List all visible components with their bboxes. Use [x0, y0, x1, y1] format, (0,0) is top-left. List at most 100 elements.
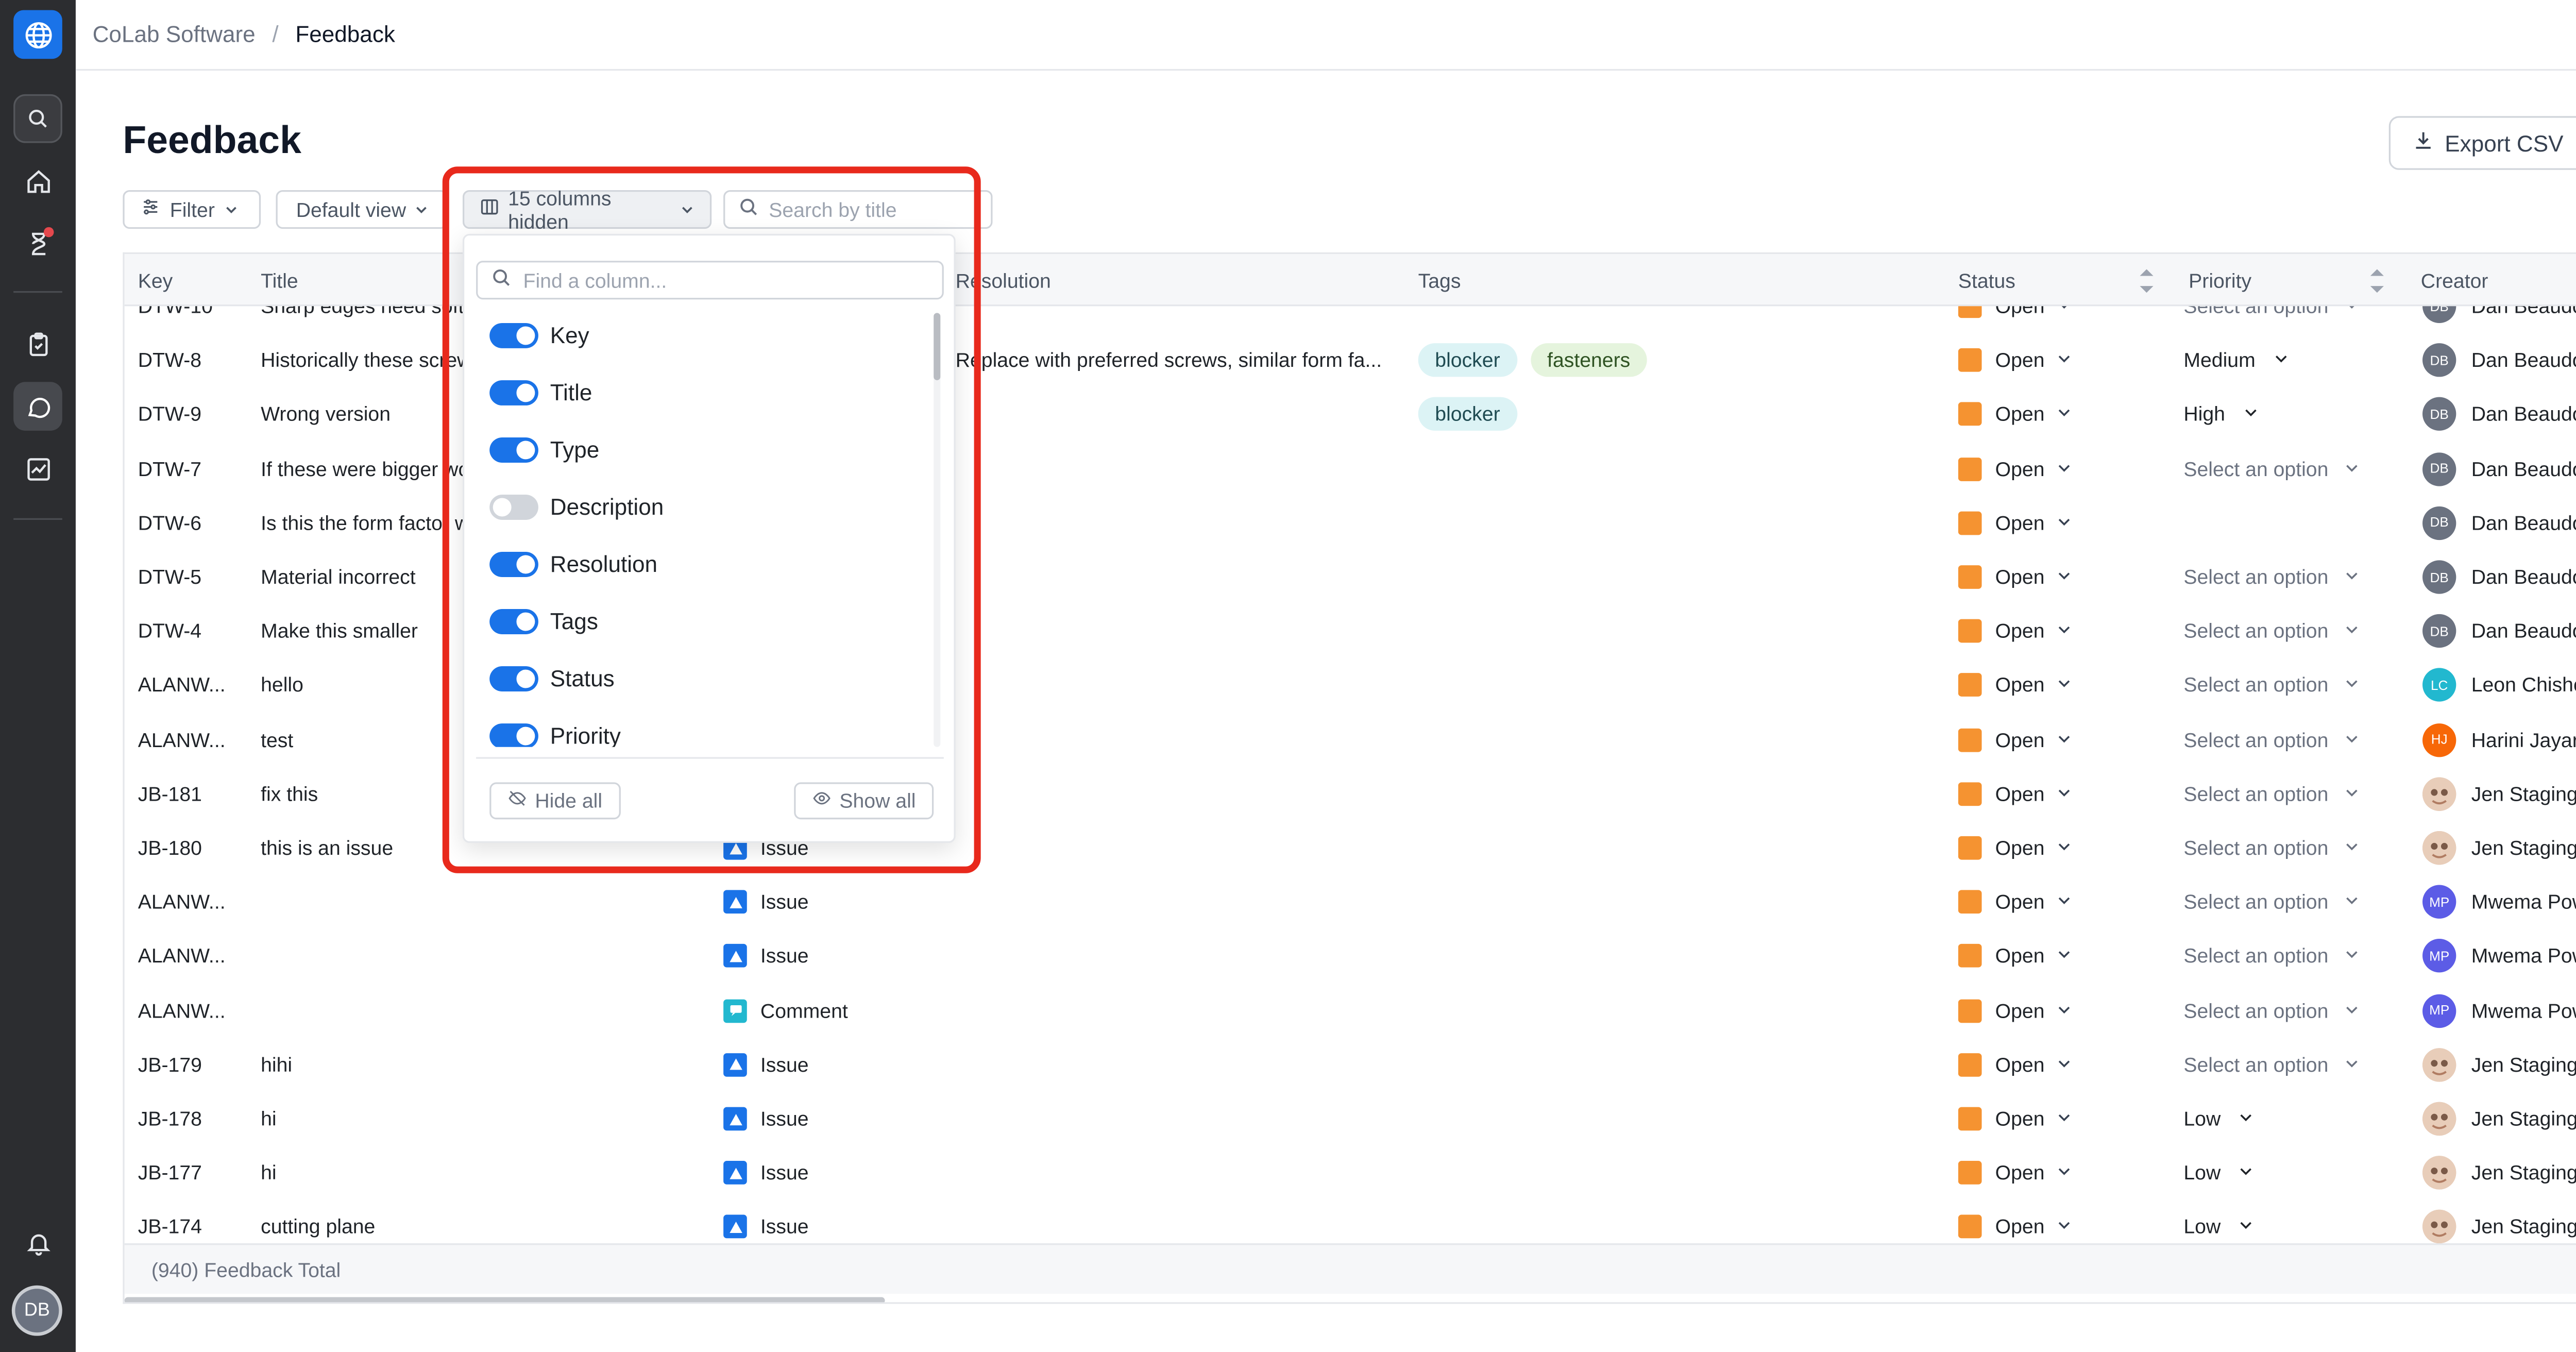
priority-select[interactable]: Low [2183, 1200, 2254, 1243]
key-cell[interactable]: ALANW... [138, 658, 256, 712]
creator-cell[interactable]: MP Mwema Powa [2422, 875, 2576, 929]
toggle-switch[interactable] [489, 379, 538, 405]
status-cell[interactable]: Open [1958, 306, 2073, 333]
priority-select[interactable]: Low [2183, 1092, 2254, 1145]
column-toggle-resolution[interactable]: Resolution [489, 544, 657, 584]
sort-icon[interactable] [2140, 269, 2154, 293]
creator-cell[interactable]: LC Leon Chisholm [2422, 658, 2576, 712]
priority-select[interactable]: Select an option [2183, 658, 2360, 712]
status-cell[interactable]: Open [1958, 550, 2073, 604]
creator-cell[interactable]: DB Dan Beaudoin [2422, 387, 2576, 441]
column-toggle-title[interactable]: Title [489, 372, 592, 412]
key-cell[interactable]: DTW-9 [138, 387, 256, 441]
status-cell[interactable]: Open [1958, 1200, 2073, 1243]
column-toggle-type[interactable]: Type [489, 429, 599, 469]
table-row[interactable]: ALANW... Comment Open Select an option MP Mwe… [125, 984, 2576, 1037]
column-toggle-tags[interactable]: Tags [489, 601, 598, 641]
tag-badge[interactable]: fasteners [1530, 343, 1647, 378]
key-cell[interactable]: JB-181 [138, 767, 256, 820]
creator-cell[interactable]: Jen Staging [2422, 1146, 2576, 1199]
key-cell[interactable]: ALANW... [138, 713, 256, 766]
title-cell[interactable] [261, 984, 597, 1037]
key-cell[interactable]: DTW-7 [138, 442, 256, 495]
priority-select[interactable]: Select an option [2183, 550, 2360, 604]
priority-select[interactable]: Select an option [2183, 1038, 2360, 1091]
creator-cell[interactable]: HJ Harini Jayaraman [2422, 713, 2576, 766]
key-cell[interactable]: DTW-6 [138, 496, 256, 550]
priority-select[interactable]: High [2183, 387, 2259, 441]
column-header-resolution[interactable]: Resolution [956, 254, 1051, 306]
creator-cell[interactable]: Jen Staging [2422, 1200, 2576, 1244]
status-cell[interactable]: Open [1958, 930, 2073, 983]
column-toggle-key[interactable]: Key [489, 315, 589, 355]
columns-button[interactable]: 15 columns hidden [462, 186, 712, 233]
status-cell[interactable]: Open [1958, 658, 2073, 712]
home-icon[interactable] [13, 157, 62, 206]
chat-icon[interactable] [13, 382, 62, 431]
creator-cell[interactable]: MP Mwema Powa [2422, 930, 2576, 983]
key-cell[interactable]: ALANW... [138, 875, 256, 929]
toggle-switch[interactable] [489, 494, 538, 519]
column-header-creator[interactable]: Creator [2421, 254, 2488, 306]
search-input[interactable]: Search by title [723, 190, 993, 229]
creator-cell[interactable]: MP Mwema Powa [2422, 984, 2576, 1037]
creator-cell[interactable]: DB Dan Beaudoin [2422, 550, 2576, 604]
creator-cell[interactable]: DB Dan Beaudoin [2422, 604, 2576, 658]
priority-select[interactable]: Select an option [2183, 604, 2360, 658]
sort-icon[interactable] [2370, 269, 2384, 293]
column-list-scrollbar[interactable] [934, 313, 941, 747]
key-cell[interactable]: DTW-10 [138, 306, 256, 333]
status-cell[interactable]: Open [1958, 767, 2073, 820]
key-cell[interactable]: JB-177 [138, 1146, 256, 1199]
toggle-switch[interactable] [489, 665, 538, 691]
user-avatar[interactable]: DB [11, 1285, 62, 1336]
status-cell[interactable]: Open [1958, 442, 2073, 495]
creator-cell[interactable]: DB Dan Beaudoin [2422, 442, 2576, 495]
priority-select[interactable]: Select an option [2183, 442, 2360, 495]
key-cell[interactable]: JB-178 [138, 1092, 256, 1145]
priority-select[interactable]: Select an option [2183, 984, 2360, 1037]
tag-badge[interactable]: blocker [1418, 343, 1517, 378]
creator-cell[interactable]: DB Dan Beaudoin [2422, 306, 2576, 333]
title-cell[interactable]: hi [261, 1092, 597, 1145]
toggle-switch[interactable] [489, 436, 538, 462]
key-cell[interactable]: JB-174 [138, 1200, 256, 1243]
table-row[interactable]: JB-179 hihi Issue Open Select an option Jen S… [125, 1038, 2576, 1091]
key-cell[interactable]: DTW-8 [138, 333, 256, 387]
priority-select[interactable]: Low [2183, 1146, 2254, 1199]
priority-select[interactable]: Select an option [2183, 306, 2360, 333]
key-cell[interactable]: JB-179 [138, 1038, 256, 1091]
key-cell[interactable]: ALANW... [138, 984, 256, 1037]
title-cell[interactable]: hihi [261, 1038, 597, 1091]
priority-select[interactable]: Select an option [2183, 713, 2360, 766]
priority-select[interactable]: Select an option [2183, 821, 2360, 874]
show-all-button[interactable]: Show all [794, 782, 935, 820]
horizontal-scrollbar[interactable] [124, 1297, 885, 1303]
column-header-key[interactable]: Key [138, 254, 173, 306]
status-cell[interactable]: Open [1958, 604, 2073, 658]
tag-badge[interactable]: blocker [1418, 397, 1517, 432]
toggle-switch[interactable] [489, 722, 538, 747]
hourglass-icon[interactable] [13, 218, 62, 267]
clipboard-icon[interactable] [13, 319, 62, 368]
bell-icon[interactable] [13, 1218, 62, 1267]
view-select[interactable]: Default view [276, 190, 448, 229]
table-row[interactable]: JB-177 hi Issue Open Low Jen Staging [125, 1146, 2576, 1199]
export-csv-button[interactable]: Export CSV [2388, 116, 2576, 170]
table-row[interactable]: ALANW... Issue Open Select an option MP Mwema… [125, 875, 2576, 929]
creator-cell[interactable]: Jen Staging [2422, 1092, 2576, 1145]
priority-select[interactable]: Select an option [2183, 875, 2360, 929]
toggle-switch[interactable] [489, 608, 538, 634]
key-cell[interactable]: DTW-4 [138, 604, 256, 658]
creator-cell[interactable]: Jen Staging [2422, 821, 2576, 874]
title-cell[interactable]: hi [261, 1146, 597, 1199]
key-cell[interactable]: DTW-5 [138, 550, 256, 604]
status-cell[interactable]: Open [1958, 1038, 2073, 1091]
status-cell[interactable]: Open [1958, 875, 2073, 929]
status-cell[interactable]: Open [1958, 387, 2073, 441]
find-column-input[interactable]: Find a column... [476, 261, 944, 300]
status-cell[interactable]: Open [1958, 984, 2073, 1037]
column-header-title[interactable]: Title [261, 254, 298, 306]
status-cell[interactable]: Open [1958, 1146, 2073, 1199]
table-row[interactable]: ALANW... Issue Open Select an option MP Mwema… [125, 930, 2576, 983]
